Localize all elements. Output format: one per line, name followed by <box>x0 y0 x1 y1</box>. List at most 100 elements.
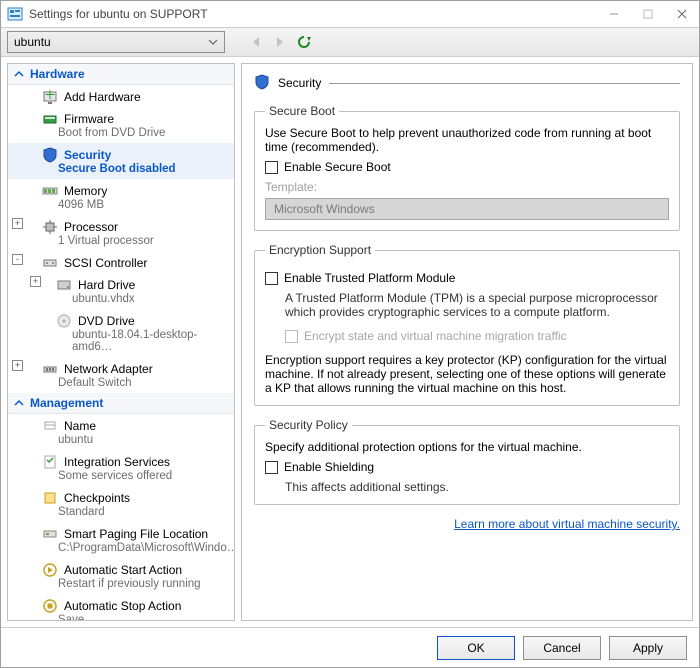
tree-security[interactable]: Security Secure Boot disabled <box>8 143 234 179</box>
add-hardware-icon: ＋ <box>42 89 58 105</box>
close-button[interactable] <box>665 1 699 27</box>
checkpoint-icon <box>42 490 58 506</box>
tree-hard-drive[interactable]: + Hard Drive ubuntu.vhdx <box>8 273 234 309</box>
tree-smart-paging[interactable]: Smart Paging File Location C:\ProgramDat… <box>8 522 234 558</box>
vm-selector[interactable]: ubuntu <box>7 31 225 53</box>
section-management[interactable]: Management <box>8 393 234 414</box>
collapse-icon[interactable]: - <box>12 254 23 265</box>
tree-item-label: Checkpoints <box>64 491 130 505</box>
enable-tpm-checkbox[interactable] <box>265 272 278 285</box>
tree-item-sub: ubuntu-18.04.1-desktop-amd6… <box>42 329 230 355</box>
tree-auto-start[interactable]: Automatic Start Action Restart if previo… <box>8 558 234 594</box>
button-label: Apply <box>633 641 663 655</box>
shield-icon <box>254 74 270 92</box>
tree-dvd-drive[interactable]: DVD Drive ubuntu-18.04.1-desktop-amd6… <box>8 309 234 357</box>
tree-auto-stop[interactable]: Automatic Stop Action Save <box>8 594 234 621</box>
enable-shielding-checkbox[interactable] <box>265 461 278 474</box>
tree-item-label: Memory <box>64 184 107 198</box>
dialog-footer: OK Cancel Apply <box>1 627 699 667</box>
group-encryption-support: Encryption Support Enable Trusted Platfo… <box>254 243 680 406</box>
collapse-up-icon <box>14 398 24 408</box>
expand-icon[interactable]: + <box>30 276 41 287</box>
tree-item-sub: Restart if previously running <box>28 578 230 592</box>
learn-more-link[interactable]: Learn more about virtual machine securit… <box>254 517 680 531</box>
tree-item-label: Processor <box>64 220 118 234</box>
nav-back-button[interactable] <box>247 33 265 51</box>
tree-item-sub: Boot from DVD Drive <box>28 127 230 141</box>
maximize-button[interactable] <box>631 1 665 27</box>
minimize-button[interactable] <box>597 1 631 27</box>
tree-integration-services[interactable]: Integration Services Some services offer… <box>8 450 234 486</box>
window-title: Settings for ubuntu on SUPPORT <box>29 7 208 21</box>
tree-item-sub: 4096 MB <box>28 199 230 213</box>
divider <box>329 83 680 84</box>
group-legend: Secure Boot <box>265 104 339 118</box>
tree-name[interactable]: Name ubuntu <box>8 414 234 450</box>
collapse-up-icon <box>14 69 24 79</box>
tree-checkpoints[interactable]: Checkpoints Standard <box>8 486 234 522</box>
controller-icon <box>42 255 58 271</box>
tree-item-sub: Secure Boot disabled <box>28 163 230 177</box>
refresh-button[interactable] <box>295 33 313 51</box>
stop-action-icon <box>42 598 58 614</box>
tree-item-label: DVD Drive <box>78 314 135 328</box>
content-heading: Security <box>254 74 680 92</box>
vm-selector-value: ubuntu <box>14 35 51 49</box>
section-hardware[interactable]: Hardware <box>8 64 234 85</box>
encrypt-traffic-checkbox <box>285 330 298 343</box>
paging-icon <box>42 526 58 542</box>
tree-item-label: Name <box>64 419 96 433</box>
template-dropdown: Microsoft Windows <box>265 198 669 220</box>
tree-item-sub: ubuntu <box>28 434 230 448</box>
tree-item-sub: Some services offered <box>28 470 230 484</box>
svg-text:＋: ＋ <box>44 89 56 102</box>
tree-item-label: Add Hardware <box>64 90 141 104</box>
group-legend: Security Policy <box>265 418 352 432</box>
group-legend: Encryption Support <box>265 243 375 257</box>
content-panel: Security Secure Boot Use Secure Boot to … <box>241 63 693 621</box>
nav-forward-button[interactable] <box>271 33 289 51</box>
content-heading-text: Security <box>278 76 321 90</box>
settings-tree: Hardware ＋ Add Hardware Firmware Boot fr… <box>7 63 235 621</box>
tree-item-label: Network Adapter <box>64 362 153 376</box>
tree-item-label: Firmware <box>64 112 114 126</box>
tree-add-hardware[interactable]: ＋ Add Hardware <box>8 85 234 107</box>
toolbar: ubuntu <box>1 27 699 57</box>
expand-icon[interactable]: + <box>12 218 23 229</box>
cancel-button[interactable]: Cancel <box>523 636 601 660</box>
tree-network-adapter[interactable]: + Network Adapter Default Switch <box>8 357 234 393</box>
tree-item-sub: 1 Virtual processor <box>28 235 230 249</box>
tree-scsi-controller[interactable]: - SCSI Controller <box>8 251 234 273</box>
section-label: Hardware <box>30 67 85 81</box>
checkbox-label: Encrypt state and virtual machine migrat… <box>304 329 567 343</box>
disc-icon <box>56 313 72 329</box>
memory-icon <box>42 183 58 199</box>
checkbox-label: Enable Trusted Platform Module <box>284 271 455 285</box>
expand-icon[interactable]: + <box>12 360 23 371</box>
ok-button[interactable]: OK <box>437 636 515 660</box>
tree-memory[interactable]: Memory 4096 MB <box>8 179 234 215</box>
tree-item-sub: ubuntu.vhdx <box>42 293 230 307</box>
tree-processor[interactable]: + Processor 1 Virtual processor <box>8 215 234 251</box>
tree-item-label: Smart Paging File Location <box>64 527 208 541</box>
kp-desc: Encryption support requires a key protec… <box>265 353 669 395</box>
template-value: Microsoft Windows <box>274 202 375 216</box>
apply-button[interactable]: Apply <box>609 636 687 660</box>
cpu-icon <box>42 219 58 235</box>
tree-firmware[interactable]: Firmware Boot from DVD Drive <box>8 107 234 143</box>
tree-item-sub: Standard <box>28 506 230 520</box>
tree-item-sub: Default Switch <box>28 377 230 391</box>
checkbox-label: Enable Secure Boot <box>284 160 391 174</box>
network-icon <box>42 361 58 377</box>
tree-item-label: Security <box>64 148 111 162</box>
shielding-note: This affects additional settings. <box>285 480 669 494</box>
services-icon <box>42 454 58 470</box>
section-label: Management <box>30 396 103 410</box>
policy-desc: Specify additional protection options fo… <box>265 440 669 454</box>
group-secure-boot: Secure Boot Use Secure Boot to help prev… <box>254 104 680 231</box>
tpm-desc: A Trusted Platform Module (TPM) is a spe… <box>285 291 669 319</box>
tree-item-label: Automatic Start Action <box>64 563 182 577</box>
enable-secure-boot-checkbox[interactable] <box>265 161 278 174</box>
tree-item-sub: Save <box>28 614 230 621</box>
tag-icon <box>42 418 58 434</box>
